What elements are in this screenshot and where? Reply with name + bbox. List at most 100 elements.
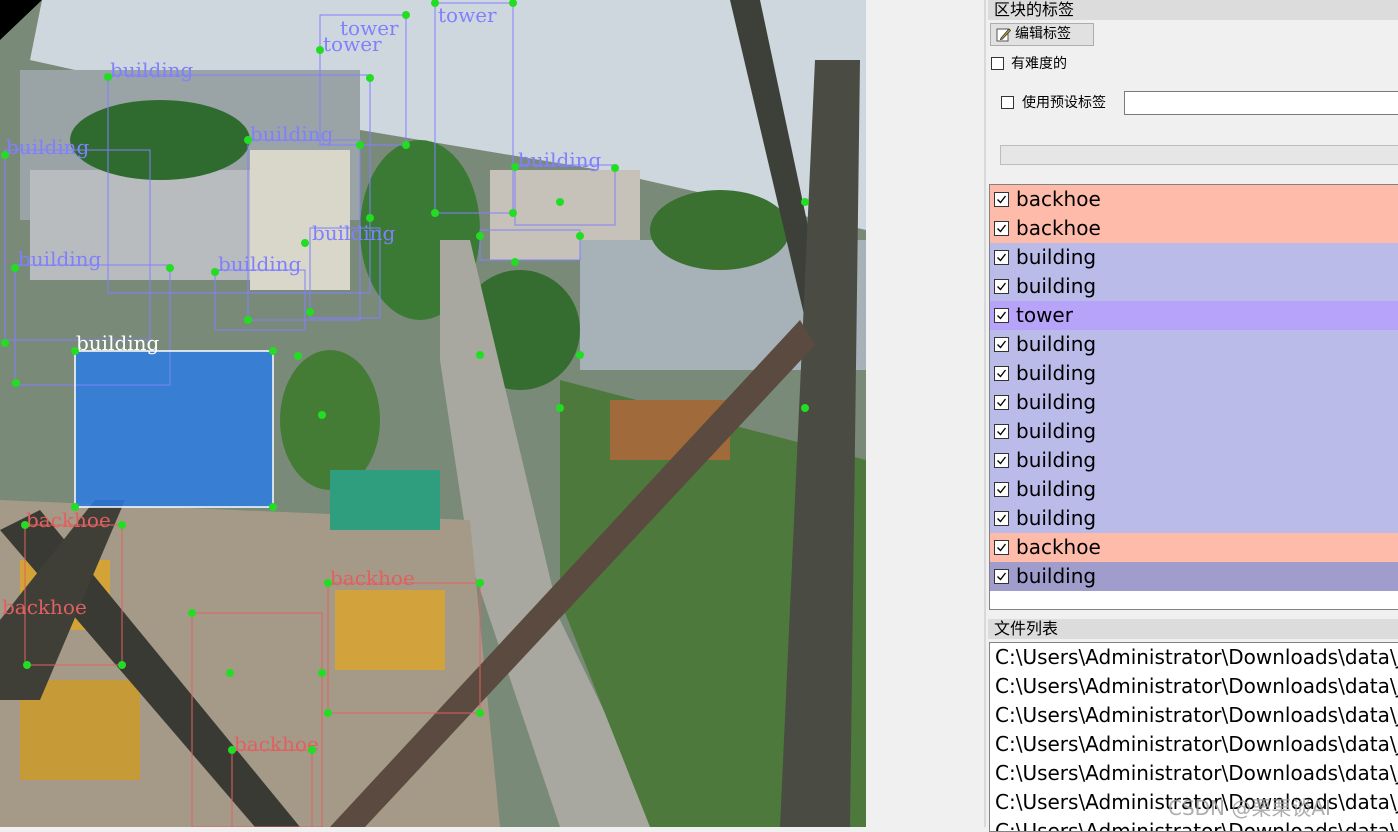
label-list-item[interactable]: tower xyxy=(990,301,1398,330)
vertex-handle[interactable] xyxy=(12,379,20,387)
vertex-handle[interactable] xyxy=(476,232,484,240)
annotation-label: building xyxy=(518,148,602,172)
vertex-handle[interactable] xyxy=(21,521,29,529)
vertex-handle[interactable] xyxy=(269,503,277,511)
vertex-handle[interactable] xyxy=(431,209,439,217)
label-visible-checkbox[interactable] xyxy=(994,511,1009,526)
vertex-handle[interactable] xyxy=(118,521,126,529)
vertex-handle[interactable] xyxy=(188,609,196,617)
vertex-handle[interactable] xyxy=(211,268,219,276)
preset-label-combobox[interactable] xyxy=(1124,91,1398,115)
vertex-handle[interactable] xyxy=(801,198,809,206)
vertex-handle[interactable] xyxy=(324,579,332,587)
use-preset-label: 使用预设标签 xyxy=(1022,95,1106,111)
vertex-handle[interactable] xyxy=(576,232,584,240)
vertex-handle[interactable] xyxy=(476,351,484,359)
label-list-item[interactable]: building xyxy=(990,417,1398,446)
vertex-handle[interactable] xyxy=(308,746,316,754)
label-list-item[interactable]: backhoe xyxy=(990,533,1398,562)
label-list-item[interactable]: building xyxy=(990,330,1398,359)
label-visible-checkbox[interactable] xyxy=(994,366,1009,381)
vertex-handle[interactable] xyxy=(23,661,31,669)
label-list-item-text: building xyxy=(1016,390,1097,414)
annotation-label: building xyxy=(6,135,90,159)
vertex-handle[interactable] xyxy=(801,404,809,412)
vertex-handle[interactable] xyxy=(511,258,519,266)
vertex-handle[interactable] xyxy=(476,579,484,587)
file-list-item[interactable]: C:\Users\Administrator\Downloads\data\JP xyxy=(990,730,1398,759)
annotation-label: building xyxy=(18,247,102,271)
vertex-handle[interactable] xyxy=(316,46,324,54)
use-preset-checkbox[interactable] xyxy=(1001,96,1014,109)
vertex-handle[interactable] xyxy=(402,141,410,149)
vertex-handle[interactable] xyxy=(306,308,314,316)
label-visible-checkbox[interactable] xyxy=(994,482,1009,497)
label-visible-checkbox[interactable] xyxy=(994,221,1009,236)
vertex-handle[interactable] xyxy=(611,164,619,172)
annotation-label: backhoe xyxy=(2,595,87,619)
label-visible-checkbox[interactable] xyxy=(994,540,1009,555)
vertex-handle[interactable] xyxy=(301,239,309,247)
vertex-handle[interactable] xyxy=(71,347,79,355)
vertex-handle[interactable] xyxy=(556,404,564,412)
file-list-item[interactable]: C:\Users\Administrator\Downloads\data\JP xyxy=(990,643,1398,672)
label-list-item-text: building xyxy=(1016,361,1097,385)
vertex-handle[interactable] xyxy=(269,347,277,355)
label-visible-checkbox[interactable] xyxy=(994,192,1009,207)
vertex-handle[interactable] xyxy=(244,136,252,144)
label-list-item-text: building xyxy=(1016,564,1097,588)
vertex-handle[interactable] xyxy=(356,141,364,149)
label-list-item[interactable]: building xyxy=(990,475,1398,504)
vertex-handle[interactable] xyxy=(366,214,374,222)
label-list-item[interactable]: building xyxy=(990,388,1398,417)
label-list-item[interactable]: building xyxy=(990,446,1398,475)
file-list-item[interactable]: C:\Users\Administrator\Downloads\data\JP xyxy=(990,672,1398,701)
vertex-handle[interactable] xyxy=(118,661,126,669)
vertex-handle[interactable] xyxy=(294,352,302,360)
label-visible-checkbox[interactable] xyxy=(994,424,1009,439)
label-list-item[interactable]: backhoe xyxy=(990,185,1398,214)
vertex-handle[interactable] xyxy=(1,151,9,159)
label-visible-checkbox[interactable] xyxy=(994,250,1009,265)
vertex-handle[interactable] xyxy=(509,209,517,217)
vertex-handle[interactable] xyxy=(166,264,174,272)
image-canvas[interactable]: tower tower tower building building buil… xyxy=(0,0,866,827)
label-list-item[interactable]: building xyxy=(990,243,1398,272)
vertex-handle[interactable] xyxy=(104,73,112,81)
vertex-handle[interactable] xyxy=(244,316,252,324)
label-list-item[interactable]: building xyxy=(990,272,1398,301)
label-visible-checkbox[interactable] xyxy=(994,453,1009,468)
label-list-item-text: building xyxy=(1016,245,1097,269)
vertex-handle[interactable] xyxy=(11,264,19,272)
label-list-item[interactable]: building xyxy=(990,359,1398,388)
vertex-handle[interactable] xyxy=(366,74,374,82)
vertex-handle[interactable] xyxy=(318,411,326,419)
file-list-item[interactable]: C:\Users\Administrator\Downloads\data\JP xyxy=(990,759,1398,788)
label-list[interactable]: backhoe backhoe building building tower build… xyxy=(989,184,1398,610)
vertex-handle[interactable] xyxy=(226,669,234,677)
vertex-handle[interactable] xyxy=(318,669,326,677)
label-list-item[interactable]: building xyxy=(990,562,1398,591)
vertex-handle[interactable] xyxy=(71,503,79,511)
label-visible-checkbox[interactable] xyxy=(994,569,1009,584)
label-visible-checkbox[interactable] xyxy=(994,279,1009,294)
vertex-handle[interactable] xyxy=(511,163,519,171)
watermark: CSDN @栗栗谈AI xyxy=(1168,796,1331,820)
scene-photo xyxy=(0,0,866,827)
vertex-handle[interactable] xyxy=(576,351,584,359)
vertex-handle[interactable] xyxy=(324,709,332,717)
vertex-handle[interactable] xyxy=(1,339,9,347)
file-dock-title: 文件列表 xyxy=(988,619,1398,639)
vertex-handle[interactable] xyxy=(228,746,236,754)
vertex-handle[interactable] xyxy=(476,709,484,717)
vertex-handle[interactable] xyxy=(556,198,564,206)
file-list-item[interactable]: C:\Users\Administrator\Downloads\data\JP xyxy=(990,701,1398,730)
label-visible-checkbox[interactable] xyxy=(994,337,1009,352)
label-visible-checkbox[interactable] xyxy=(994,395,1009,410)
vertex-handle[interactable] xyxy=(402,11,410,19)
label-list-item[interactable]: building xyxy=(990,504,1398,533)
edit-label-button[interactable]: 编辑标签 xyxy=(990,23,1094,46)
label-list-item[interactable]: backhoe xyxy=(990,214,1398,243)
label-visible-checkbox[interactable] xyxy=(994,308,1009,323)
difficult-checkbox[interactable] xyxy=(991,57,1004,70)
